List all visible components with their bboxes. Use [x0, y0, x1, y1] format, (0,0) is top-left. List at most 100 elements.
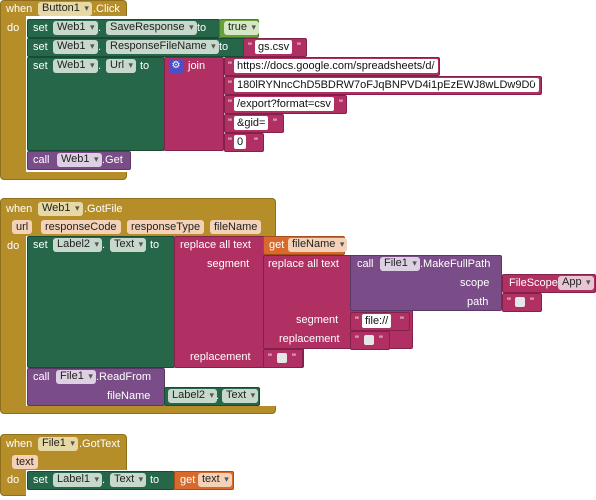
- replace-all-text-label: replace all text: [180, 239, 251, 251]
- dot-label: .: [98, 22, 102, 34]
- call-label: call: [33, 154, 50, 166]
- text-field-url-part4[interactable]: &gid=: [234, 116, 269, 130]
- property-dropdown-text[interactable]: Text: [222, 389, 259, 403]
- to-label: to: [150, 239, 160, 251]
- quote-close: ": [533, 79, 537, 91]
- filescope-label: FileScope: [509, 277, 558, 289]
- quote-open: ": [228, 79, 232, 91]
- text-field-url-part2[interactable]: 180lRYNncChD5BDRW7oFJqBNPVD4i1pEzEWJ8wLD…: [234, 78, 539, 92]
- param-text[interactable]: text: [12, 455, 38, 469]
- method-name: .ReadFrom: [96, 371, 152, 383]
- filename-arg-label: fileName: [107, 390, 151, 402]
- dot-label: .: [98, 60, 102, 72]
- boolean-dropdown-true[interactable]: true: [224, 21, 259, 35]
- quote-open: ": [228, 136, 232, 148]
- quote-open: ": [507, 296, 511, 308]
- component-dropdown-web1[interactable]: Web1: [53, 40, 98, 54]
- set-label: set: [33, 60, 48, 72]
- when-label: when: [6, 438, 33, 450]
- quote-open: ": [228, 98, 232, 110]
- event-name: .GotText: [79, 438, 120, 450]
- param-filename[interactable]: fileName: [210, 220, 262, 234]
- to-label: to: [219, 41, 229, 53]
- quote-close: ": [254, 136, 258, 148]
- replace-all-text-label: replace all text: [268, 258, 339, 270]
- when-label: when: [6, 3, 33, 15]
- quote-close: ": [379, 334, 383, 346]
- variable-dropdown-filename[interactable]: fileName: [288, 238, 348, 252]
- to-label: to: [150, 474, 160, 486]
- do-label: do: [7, 22, 20, 34]
- scope-label: scope: [460, 277, 490, 289]
- do-label: do: [7, 240, 20, 252]
- text-field-url-part3[interactable]: /export?format=csv: [234, 97, 334, 111]
- event-name: .GotFile: [84, 203, 123, 215]
- param-responsecode[interactable]: responseCode: [41, 220, 121, 234]
- component-dropdown-button1[interactable]: Button1: [38, 2, 92, 16]
- set-label: set: [33, 239, 48, 251]
- set-label: set: [33, 22, 48, 34]
- dot-label: .: [98, 41, 102, 53]
- join-label: join: [188, 60, 206, 72]
- text-field-file-uri[interactable]: file://: [362, 314, 392, 328]
- empty-text-field[interactable]: [515, 297, 525, 307]
- segment-label: segment: [296, 314, 339, 326]
- component-dropdown-file1[interactable]: File1: [56, 370, 96, 384]
- get-label: get: [269, 239, 285, 251]
- quote-open: ": [268, 352, 272, 364]
- call-label: call: [357, 258, 374, 270]
- property-dropdown-text[interactable]: Text: [110, 473, 147, 487]
- get-label: get: [180, 474, 196, 486]
- property-dropdown-text[interactable]: Text: [110, 238, 147, 252]
- param-responsetype[interactable]: responseType: [127, 220, 205, 234]
- when-label: when: [6, 203, 33, 215]
- set-label: set: [33, 41, 48, 53]
- quote-open: ": [248, 41, 252, 53]
- quote-close: ": [400, 315, 404, 327]
- variable-dropdown-text[interactable]: text: [198, 473, 232, 487]
- method-name: .Get: [102, 154, 123, 166]
- segment-label: segment: [207, 258, 250, 270]
- property-dropdown-responsefilename[interactable]: ResponseFileName: [106, 40, 219, 54]
- dot-label: .: [102, 239, 106, 251]
- replacement-label: replacement: [190, 351, 251, 363]
- dot-label: .: [102, 474, 106, 486]
- component-dropdown-label2[interactable]: Label2: [53, 238, 103, 252]
- param-url[interactable]: url: [12, 220, 33, 234]
- dot-label: .: [216, 390, 220, 402]
- component-dropdown-file1[interactable]: File1: [380, 257, 420, 271]
- quote-close: ": [297, 41, 301, 53]
- quote-close: ": [339, 98, 343, 110]
- quote-close: ": [530, 296, 534, 308]
- set-block-label2-text[interactable]: [27, 236, 175, 368]
- component-dropdown-label2[interactable]: Label2: [168, 389, 218, 403]
- component-dropdown-web1[interactable]: Web1: [57, 153, 102, 167]
- method-name: .MakeFullPath: [420, 258, 491, 270]
- property-dropdown-saveresponse[interactable]: SaveResponse: [106, 21, 197, 35]
- component-dropdown-web1[interactable]: Web1: [38, 202, 83, 216]
- do-label: do: [7, 474, 20, 486]
- set-label: set: [33, 474, 48, 486]
- gear-icon[interactable]: ⚙: [169, 59, 183, 73]
- text-field-url-part1[interactable]: https://docs.google.com/spreadsheets/d/: [234, 59, 438, 73]
- call-label: call: [33, 371, 50, 383]
- quote-open: ": [355, 315, 359, 327]
- quote-close: ": [292, 352, 296, 364]
- replacement-label: replacement: [279, 333, 340, 345]
- scope-dropdown-app[interactable]: App: [558, 276, 594, 290]
- to-label: to: [197, 22, 207, 34]
- quote-close: ": [432, 60, 436, 72]
- property-dropdown-url[interactable]: Url: [106, 59, 137, 73]
- text-field-gs-csv[interactable]: gs.csv: [255, 40, 293, 54]
- component-dropdown-file1[interactable]: File1: [38, 437, 78, 451]
- component-dropdown-web1[interactable]: Web1: [53, 59, 98, 73]
- quote-close: ": [273, 117, 277, 129]
- path-label: path: [467, 296, 489, 308]
- empty-text-field[interactable]: [277, 353, 287, 363]
- component-dropdown-label1[interactable]: Label1: [53, 473, 103, 487]
- text-field-url-part5[interactable]: 0: [234, 135, 247, 149]
- empty-text-field[interactable]: [364, 335, 374, 345]
- component-dropdown-web1[interactable]: Web1: [53, 21, 98, 35]
- to-label: to: [140, 60, 150, 72]
- quote-open: ": [228, 117, 232, 129]
